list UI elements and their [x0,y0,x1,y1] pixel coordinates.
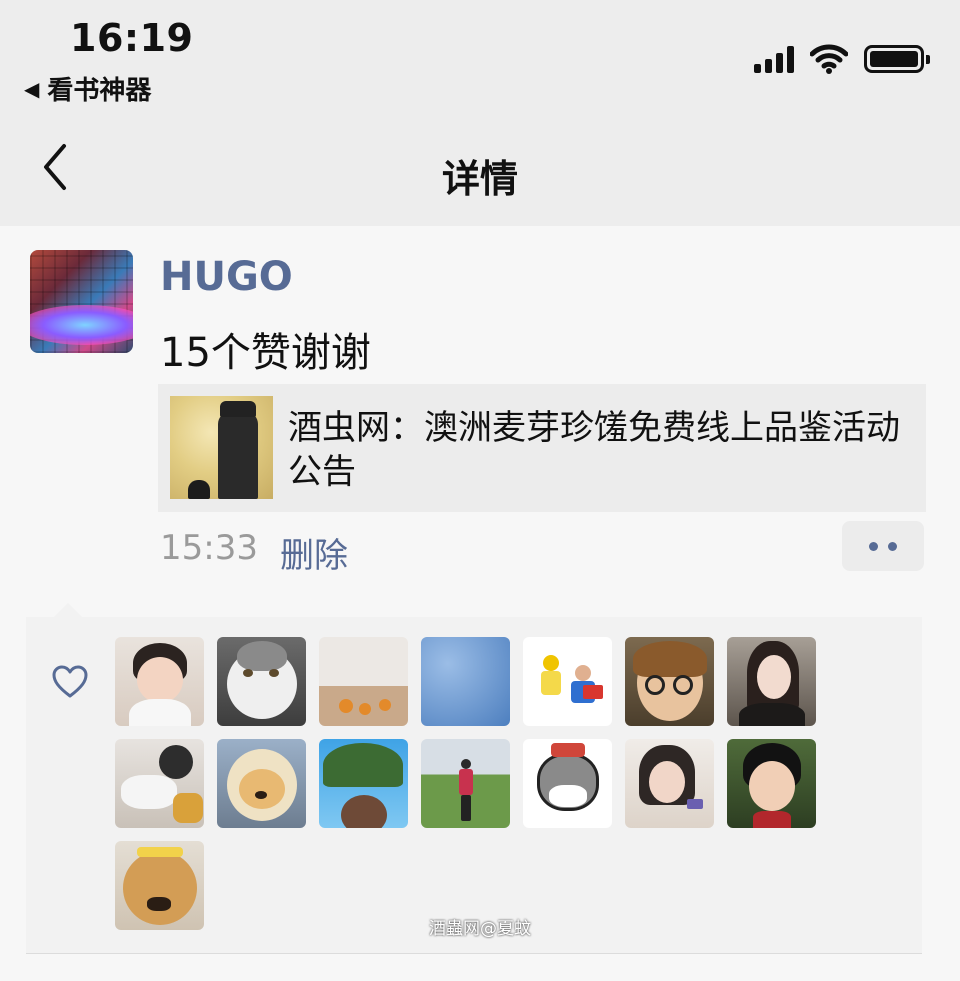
back-triangle-icon: ◀ [24,76,40,101]
heart-icon [52,665,88,698]
battery-icon [864,45,930,73]
status-time: 16:19 [70,16,194,60]
liker-avatar[interactable] [625,637,714,726]
shared-link-card[interactable]: 酒虫网：澳洲麦芽珍馐免费线上品鉴活动公告 [158,384,926,512]
liker-avatar[interactable] [319,637,408,726]
system-icons [754,42,930,76]
more-options-button[interactable] [842,521,924,571]
status-bar: 16:19 ◀ 看书神器 [0,0,960,108]
divider [26,953,922,954]
liker-avatar[interactable] [625,739,714,828]
liker-avatar[interactable] [319,739,408,828]
liker-avatar[interactable] [523,637,612,726]
post-timestamp: 15:33 [160,528,258,568]
back-to-app-link[interactable]: ◀ 看书神器 [24,70,151,107]
liker-avatar-grid [115,637,816,930]
liker-avatar[interactable] [523,739,612,828]
author-name[interactable]: HUGO [160,254,293,300]
link-title: 酒虫网：澳洲麦芽珍馐免费线上品鉴活动公告 [288,408,900,492]
liker-avatar[interactable] [217,739,306,828]
dot-icon [888,541,897,551]
dot-icon [869,541,878,551]
delete-button[interactable]: 删除 [280,528,348,577]
page-title: 详情 [441,157,518,201]
liker-avatar[interactable] [421,637,510,726]
author-avatar[interactable] [30,250,133,353]
back-app-label: 看书神器 [47,76,152,106]
liker-avatar[interactable] [217,637,306,726]
liker-avatar[interactable] [115,739,204,828]
wifi-icon [810,44,848,74]
navigation-bar: 详情 [0,108,960,226]
cellular-signal-icon [754,45,794,73]
liker-avatar[interactable] [727,739,816,828]
liker-avatar[interactable] [115,637,204,726]
likes-panel [26,603,922,953]
post-text: 15个赞谢谢 [160,330,371,376]
watermark: 酒蟲网@夏蚊 [429,919,531,939]
liker-avatar[interactable] [727,637,816,726]
link-thumbnail [170,396,273,499]
liker-avatar[interactable] [421,739,510,828]
